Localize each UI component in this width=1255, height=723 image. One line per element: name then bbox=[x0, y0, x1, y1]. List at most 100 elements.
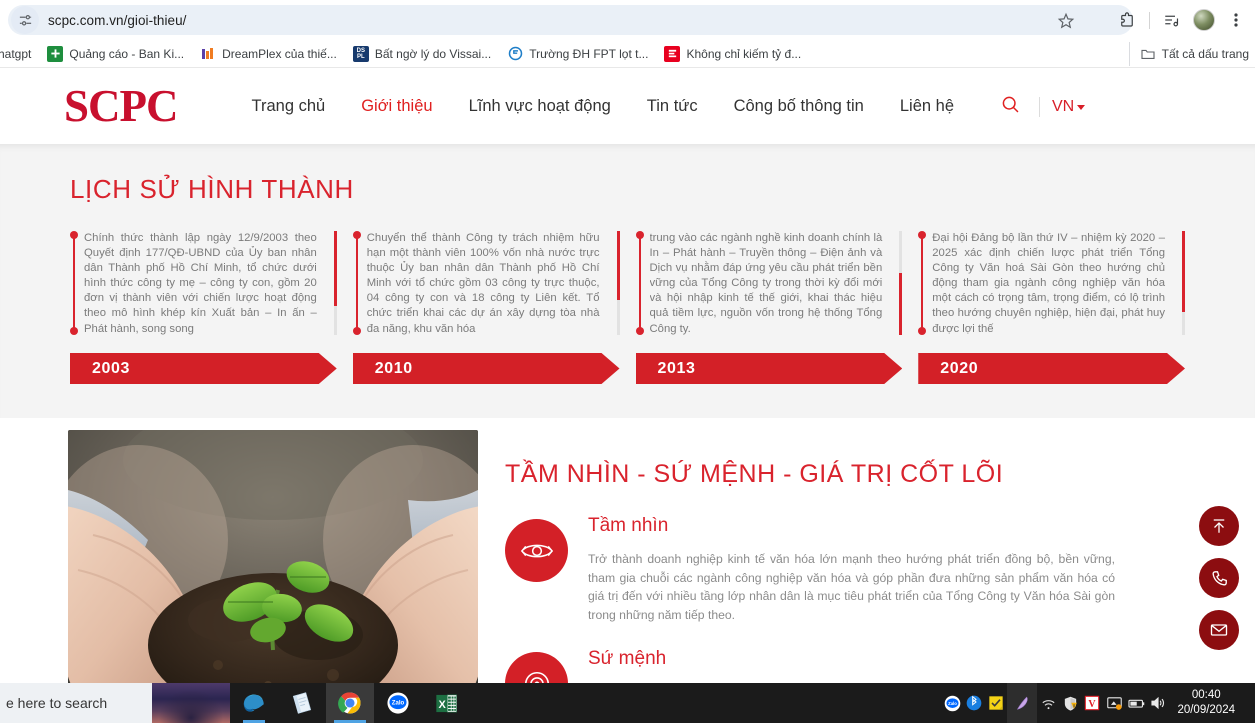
vision-block-tam-nhin: Tầm nhìn Trở thành doanh nghiệp kinh tế … bbox=[505, 515, 1115, 624]
taskbar-search-box[interactable]: e here to search bbox=[0, 683, 230, 723]
timeline-text: Chuyển thể thành Công ty trách nhiệm hữu… bbox=[366, 232, 600, 335]
bookmark-label: Không chỉ kiếm tỷ đ... bbox=[686, 46, 802, 61]
timeline-scroll-thumb[interactable] bbox=[899, 273, 903, 335]
timeline-scrollbar[interactable] bbox=[616, 231, 620, 335]
timeline-dot-bottom bbox=[70, 327, 78, 335]
chevron-down-icon bbox=[1077, 105, 1086, 110]
timeline-year-banner[interactable]: 2010 bbox=[353, 353, 620, 384]
timeline-scroll-thumb[interactable] bbox=[616, 231, 620, 300]
timeline-year-banner[interactable]: 2013 bbox=[636, 353, 903, 384]
timeline-year-banner[interactable]: 2003 bbox=[70, 353, 337, 384]
nav-item-cong-bo-thong-tin[interactable]: Công bố thông tin bbox=[716, 97, 882, 116]
all-bookmarks-button[interactable]: Tất cả dấu trang bbox=[1128, 42, 1249, 66]
bookmark-label: Trường ĐH FPT lọt t... bbox=[529, 46, 649, 61]
svg-text:Zalo: Zalo bbox=[948, 700, 957, 705]
bookmark-label: Quảng cáo - Ban Ki... bbox=[69, 46, 185, 61]
nav-item-linh-vuc-hoat-dong[interactable]: Lĩnh vực hoạt động bbox=[451, 97, 629, 116]
main-navigation: Trang chủ Giới thiệu Lĩnh vực hoạt động … bbox=[234, 97, 972, 116]
bookmark-item[interactable]: Không chỉ kiếm tỷ đ... bbox=[656, 42, 809, 66]
svg-text:V: V bbox=[1089, 699, 1097, 710]
battery-tray-icon[interactable] bbox=[1125, 683, 1147, 723]
extensions-icon[interactable] bbox=[1112, 5, 1142, 35]
vsign-tray-icon[interactable]: V bbox=[1081, 683, 1103, 723]
bookmark-item[interactable]: DS PL Bất ngờ lý do Vissai... bbox=[345, 42, 499, 66]
clock-date: 20/09/2024 bbox=[1177, 704, 1235, 716]
profile-avatar[interactable] bbox=[1189, 5, 1219, 35]
language-selector[interactable]: VN bbox=[1052, 97, 1086, 116]
header-divider bbox=[1039, 96, 1040, 117]
notes-tray-icon[interactable] bbox=[985, 683, 1007, 723]
timeline-text: Chính thức thành lập ngày 12/9/2003 theo… bbox=[84, 232, 317, 335]
history-title: LỊCH SỬ HÌNH THÀNH bbox=[70, 174, 354, 204]
timeline-year-label: 2010 bbox=[374, 359, 413, 377]
three-dot-menu-icon[interactable] bbox=[1221, 5, 1251, 35]
scroll-to-top-button[interactable] bbox=[1199, 506, 1239, 546]
address-bar[interactable]: scpc.com.vn/gioi-thieu/ bbox=[8, 5, 1133, 35]
toolbar-divider bbox=[1149, 11, 1150, 29]
vision-title: TẦM NHÌN - SỨ MỆNH - GIÁ TRỊ CỐT LÕI bbox=[505, 460, 1004, 488]
taskbar-app-edge[interactable] bbox=[230, 683, 278, 723]
timeline-line bbox=[355, 232, 358, 334]
nav-item-trang-chu[interactable]: Trang chủ bbox=[234, 97, 344, 116]
show-desktop-button[interactable] bbox=[1245, 683, 1251, 723]
timeline-dot-bottom bbox=[918, 327, 927, 335]
taskbar-search-placeholder: e here to search bbox=[6, 695, 108, 711]
site-logo[interactable]: SCPC bbox=[64, 84, 179, 129]
fpt-favicon bbox=[507, 45, 524, 62]
bookmark-star-icon[interactable] bbox=[1057, 12, 1075, 35]
taskbar-clock[interactable]: 00:40 20/09/2024 bbox=[1169, 688, 1245, 718]
taskbar-app-notes[interactable] bbox=[278, 683, 326, 723]
cortana-icon[interactable] bbox=[152, 683, 230, 723]
timeline-card-2020: Đại hội Đảng bộ lần thứ IV – nhiệm kỳ 20… bbox=[918, 231, 1185, 384]
vision-block-title: Sứ mệnh bbox=[588, 648, 667, 669]
seedling-image bbox=[68, 430, 478, 683]
bookmark-item[interactable]: hatgpt bbox=[0, 42, 39, 66]
search-icon[interactable] bbox=[994, 94, 1027, 120]
bookmark-item[interactable]: DreamPlex của thiế... bbox=[192, 42, 345, 66]
bluetooth-tray-icon[interactable] bbox=[963, 683, 985, 723]
timeline-scrollbar[interactable] bbox=[899, 231, 903, 335]
timeline-year-label: 2003 bbox=[92, 359, 130, 377]
email-button[interactable] bbox=[1199, 610, 1239, 650]
phone-button[interactable] bbox=[1199, 558, 1239, 598]
history-section: LỊCH SỬ HÌNH THÀNH Chính thức thành lập … bbox=[0, 144, 1255, 418]
timeline-scroll-thumb[interactable] bbox=[333, 231, 337, 306]
nav-item-gioi-thieu[interactable]: Giới thiệu bbox=[343, 97, 450, 116]
volume-tray-icon[interactable] bbox=[1147, 683, 1169, 723]
language-label: VN bbox=[1052, 97, 1075, 115]
nav-item-tin-tuc[interactable]: Tin tức bbox=[629, 97, 716, 116]
bookmark-item[interactable]: Trường ĐH FPT lọt t... bbox=[499, 42, 656, 66]
timeline-scrollbar[interactable] bbox=[1182, 231, 1185, 335]
bookmarks-bar: hatgpt Quảng cáo - Ban Ki... DreamPlex c… bbox=[0, 40, 1255, 68]
zalo-tray-icon[interactable]: Zalo bbox=[941, 683, 963, 723]
timeline-row: Chính thức thành lập ngày 12/9/2003 theo… bbox=[0, 231, 1255, 384]
media-control-icon[interactable] bbox=[1157, 5, 1187, 35]
timeline-scrollbar[interactable] bbox=[333, 231, 337, 335]
security-warning-tray-icon[interactable] bbox=[1059, 683, 1081, 723]
nav-item-lien-he[interactable]: Liên hệ bbox=[882, 97, 972, 116]
timeline-line bbox=[638, 232, 641, 334]
windows-taskbar: e here to search Zalo X Zalo V 00:40 20/… bbox=[0, 683, 1255, 723]
timeline-text: Đại hội Đảng bộ lần thứ IV – nhiệm kỳ 20… bbox=[932, 232, 1165, 335]
display-tray-icon[interactable] bbox=[1103, 683, 1125, 723]
bookmark-item[interactable]: Quảng cáo - Ban Ki... bbox=[39, 42, 192, 66]
clock-time: 00:40 bbox=[1191, 689, 1221, 701]
timeline-year-label: 2020 bbox=[940, 359, 979, 377]
vision-mission-section: TẦM NHÌN - SỨ MỆNH - GIÁ TRỊ CỐT LÕI Tầm… bbox=[0, 418, 1255, 683]
taskbar-app-chrome[interactable] bbox=[326, 683, 374, 723]
site-settings-icon[interactable] bbox=[11, 6, 39, 34]
timeline-dot-top bbox=[70, 231, 78, 239]
browser-toolbar: scpc.com.vn/gioi-thieu/ bbox=[0, 0, 1255, 40]
vision-block-content: Sứ mệnh bbox=[568, 648, 1115, 683]
dreamplex-favicon bbox=[200, 45, 217, 62]
timeline-text: trung vào các ngành nghề kinh doanh chín… bbox=[649, 232, 883, 335]
wifi-tray-icon[interactable] bbox=[1037, 683, 1059, 723]
taskbar-app-excel[interactable]: X bbox=[422, 683, 470, 723]
browser-actions bbox=[1112, 4, 1251, 36]
timeline-year-banner[interactable]: 2020 bbox=[918, 353, 1185, 384]
sheets-favicon bbox=[47, 45, 64, 62]
vision-block-content: Tầm nhìn Trở thành doanh nghiệp kinh tế … bbox=[568, 515, 1115, 624]
timeline-scroll-thumb[interactable] bbox=[1182, 231, 1185, 312]
pen-tray-icon[interactable] bbox=[1007, 683, 1038, 723]
taskbar-app-zalo[interactable]: Zalo bbox=[374, 683, 422, 723]
